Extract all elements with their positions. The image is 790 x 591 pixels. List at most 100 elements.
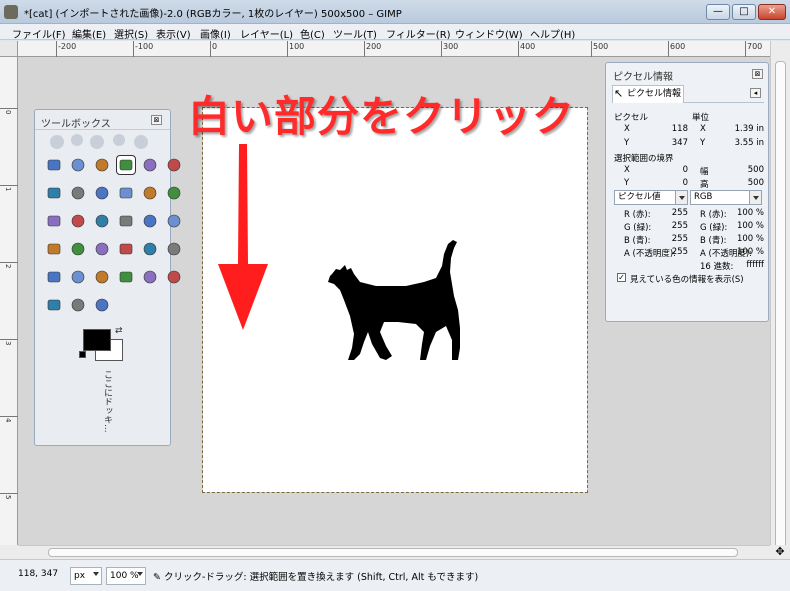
gimp-app-icon [4,5,18,19]
free-select-icon[interactable] [93,156,111,174]
menu-image[interactable]: 画像(I) [200,26,231,41]
vertical-scrollbar[interactable] [770,41,790,551]
crop-icon[interactable] [45,212,63,230]
horizontal-scrollbar[interactable] [18,545,770,559]
scale-icon[interactable] [93,212,111,230]
fuzzy-select-status-icon: ✎ [153,572,161,583]
show-visible-color-checkbox[interactable]: ✓ [617,273,626,282]
menu-file[interactable]: ファイル(F) [12,26,66,41]
text-icon[interactable] [69,240,87,258]
ruler-label: -100 [135,42,154,51]
left-row-label: B (青): [624,236,651,246]
foreground-select-icon[interactable] [165,156,183,174]
eraser-icon[interactable] [45,268,63,286]
heal-icon[interactable] [141,268,159,286]
vertical-ruler[interactable]: 0 1 2 3 4 5 [0,57,18,545]
right-row-value: 100 % [736,234,764,244]
ellipse-select-icon[interactable] [69,156,87,174]
menu-edit[interactable]: 編集(E) [72,26,106,41]
paintbrush-icon[interactable] [165,240,183,258]
ruler-label: 400 [520,42,536,51]
right-row-value: 100 % [736,221,764,231]
tab-label: ピクセル情報 [627,89,682,99]
flip-icon[interactable] [165,212,183,230]
fuzzy-select-icon[interactable] [116,155,136,175]
maximize-button[interactable]: □ [732,4,756,20]
menu-view[interactable]: 表示(V) [156,26,191,41]
hex-value: ffffff [746,260,764,270]
tab-menu-button[interactable]: ◂ [750,88,761,98]
ruler-label: 100 [289,42,305,51]
airbrush-icon[interactable] [69,268,87,286]
unit-x-value: 1.39 in [734,124,764,134]
menu-tools[interactable]: ツール(T) [333,26,377,41]
left-row-value: 255 [671,221,688,231]
pixel-info-close-button[interactable]: ⊠ [752,69,763,79]
ruler-corner[interactable] [0,41,18,57]
ruler-label: 2 [4,264,12,269]
show-visible-color-label[interactable]: 見えている色の情報を表示(S) [630,273,744,285]
menu-colors[interactable]: 色(C) [300,26,325,41]
rotate-icon[interactable] [69,212,87,230]
perspective-clone-icon[interactable] [165,268,183,286]
dodge-burn-icon[interactable] [93,296,111,314]
default-colors-icon[interactable] [79,351,86,358]
smudge-icon[interactable] [69,296,87,314]
horizontal-ruler[interactable]: -200 -100 0 100 200 300 400 500 600 700 [18,41,770,57]
perspective-icon[interactable] [141,212,159,230]
ruler-label: 700 [747,42,763,51]
left-row-value: 255 [671,234,688,244]
right-mode-select[interactable]: RGB [690,190,762,205]
blend-icon[interactable] [117,240,135,258]
menu-layer[interactable]: レイヤー(L) [240,26,293,41]
quick-mask-toggle[interactable] [0,545,18,559]
left-row-value: 255 [671,208,688,218]
bucket-fill-icon[interactable] [93,240,111,258]
move-icon[interactable] [141,184,159,202]
menu-filters[interactable]: フィルター(R) [386,26,451,41]
foreground-color-swatch[interactable] [83,329,111,351]
cage-transform-icon[interactable] [45,240,63,258]
minimize-button[interactable]: — [706,4,730,20]
toolbox-close-button[interactable]: ⊠ [151,115,162,125]
chevron-down-icon [675,191,687,204]
ruler-label: 300 [443,42,459,51]
left-mode-select[interactable]: ピクセル値 [614,190,688,205]
toolbox-header[interactable]: ツールボックス ⊠ [35,110,170,130]
sel-width-value: 500 [747,165,764,175]
pencil-icon[interactable] [141,240,159,258]
close-button[interactable]: ✕ [758,4,786,20]
unit-select[interactable]: px [70,567,102,585]
paths-icon[interactable] [45,184,63,202]
zoom-icon[interactable] [93,184,111,202]
ink-icon[interactable] [93,268,111,286]
zoom-select[interactable]: 100 % [106,567,146,585]
align-icon[interactable] [165,184,183,202]
pixel-x-label: X [624,124,630,134]
toolbox-dialog: ツールボックス ⊠ ⇄ ここにドッキ... [34,109,181,446]
cat-silhouette[interactable] [326,236,462,362]
menu-windows[interactable]: ウィンドウ(W) [455,26,523,41]
sel-x-value: 0 [682,165,688,175]
menu-help[interactable]: ヘルプ(H) [530,26,575,41]
navigate-icon[interactable]: ✥ [770,545,790,559]
scissors-select-icon[interactable] [141,156,159,174]
vertical-scroll-thumb[interactable] [775,61,786,551]
measure-icon[interactable] [117,184,135,202]
ruler-label: 500 [593,42,609,51]
clone-icon[interactable] [117,268,135,286]
right-mode-value: RGB [694,192,713,202]
ruler-label: 5 [4,495,12,500]
menu-select[interactable]: 選択(S) [114,26,148,41]
swap-colors-icon[interactable]: ⇄ [115,326,123,336]
horizontal-scroll-thumb[interactable] [48,548,738,557]
unit-x-label: X [700,124,706,134]
sel-y-value: 0 [682,178,688,188]
color-picker-icon[interactable] [69,184,87,202]
shear-icon[interactable] [117,212,135,230]
status-message-text: クリック-ドラッグ: 選択範囲を置き換えます (Shift, Ctrl, Alt… [164,572,479,583]
ruler-label: 600 [670,42,686,51]
ruler-label: -200 [58,42,77,51]
rect-select-icon[interactable] [45,156,63,174]
blur-icon[interactable] [45,296,63,314]
